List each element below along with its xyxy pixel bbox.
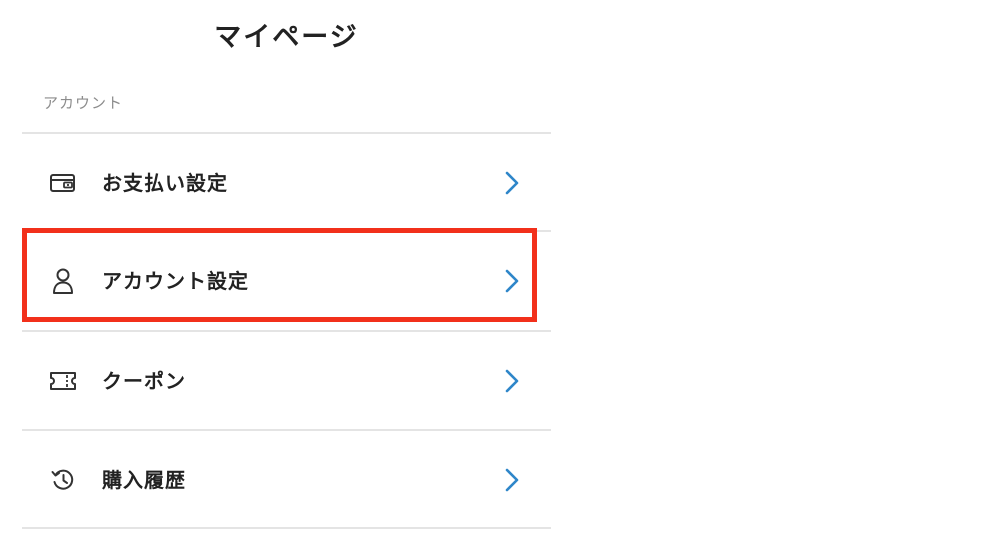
- menu-item-account-settings[interactable]: アカウント設定: [22, 233, 551, 329]
- user-icon: [48, 266, 78, 296]
- chevron-right-icon: [502, 169, 522, 197]
- section-label-account: アカウント: [43, 94, 124, 112]
- ticket-icon: [48, 366, 78, 396]
- menu-item-label: アカウント設定: [102, 269, 249, 293]
- chevron-right-icon: [502, 267, 522, 295]
- menu-item-payment-settings[interactable]: お支払い設定: [22, 135, 551, 231]
- divider: [22, 330, 551, 332]
- menu-item-purchase-history[interactable]: 購入履歴: [22, 432, 551, 528]
- menu-item-label: お支払い設定: [102, 171, 228, 195]
- divider: [22, 132, 551, 134]
- mypage-panel: マイページ アカウント お支払い設定 アカウント設定 クーポン 購入履歴: [22, 0, 551, 550]
- menu-item-label: クーポン: [102, 369, 186, 393]
- page-title: マイページ: [214, 22, 359, 53]
- divider: [22, 230, 551, 232]
- menu-item-coupon[interactable]: クーポン: [22, 333, 551, 429]
- wallet-icon: [48, 168, 78, 198]
- chevron-right-icon: [502, 367, 522, 395]
- menu-item-label: 購入履歴: [102, 468, 186, 492]
- divider: [22, 429, 551, 431]
- chevron-right-icon: [502, 466, 522, 494]
- history-icon: [48, 465, 78, 495]
- divider: [22, 527, 551, 529]
